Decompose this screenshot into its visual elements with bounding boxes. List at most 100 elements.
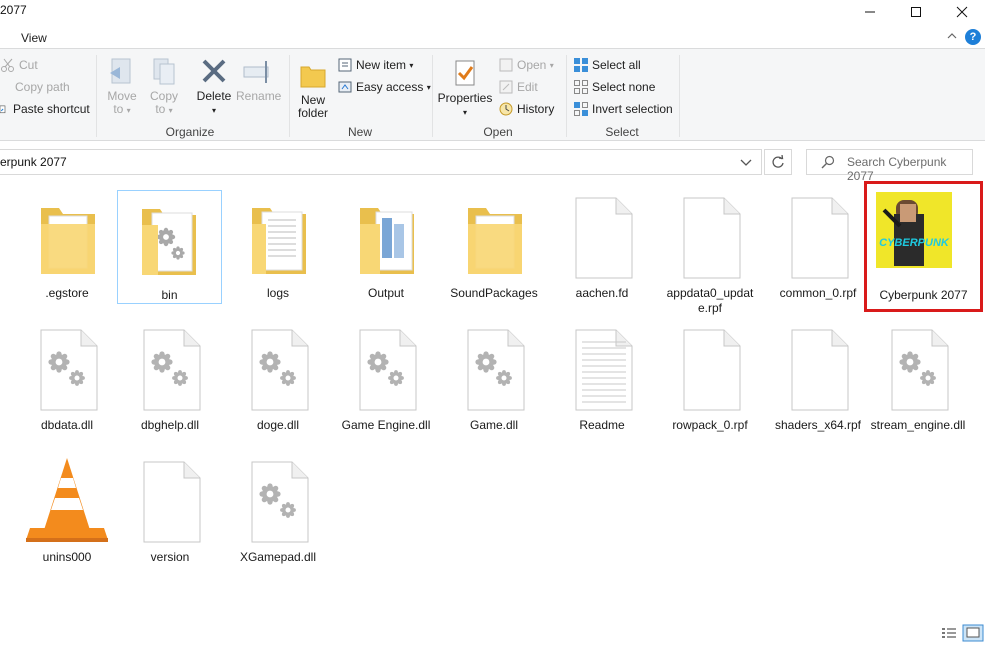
file-item[interactable]: Game Engine.dll bbox=[334, 320, 438, 446]
file-name: Cyberpunk 2077 bbox=[879, 288, 968, 302]
file-name: common_0.rpf bbox=[779, 286, 857, 300]
paste-shortcut-icon bbox=[0, 105, 6, 114]
file-item[interactable]: shaders_x64.rpf bbox=[766, 320, 870, 446]
large-icons-view-icon[interactable] bbox=[962, 624, 984, 642]
dll-file-icon bbox=[35, 326, 101, 414]
copy-to-button[interactable]: Copy to ▾ bbox=[145, 55, 183, 117]
search-icon bbox=[821, 155, 835, 169]
edit-button[interactable]: Edit bbox=[498, 77, 538, 97]
easy-access-icon bbox=[338, 81, 352, 93]
select-group-label: Select bbox=[605, 125, 639, 139]
rename-button[interactable]: Rename bbox=[236, 55, 281, 103]
vlc-cone-icon bbox=[26, 458, 108, 546]
ribbon: Cut Copy path Paste shortcut Move to ▾ C… bbox=[0, 48, 985, 141]
new-item-icon bbox=[338, 58, 352, 72]
select-all-icon bbox=[574, 58, 588, 72]
file-icon bbox=[138, 458, 204, 546]
file-icon bbox=[786, 194, 852, 282]
group-separator bbox=[96, 55, 97, 137]
folder-icon bbox=[462, 194, 528, 282]
details-view-icon[interactable] bbox=[942, 628, 956, 638]
organize-group-label: Organize bbox=[165, 125, 215, 139]
new-item-button[interactable]: New item ▾ bbox=[337, 55, 413, 75]
file-item[interactable]: Game.dll bbox=[442, 320, 546, 446]
file-item[interactable]: SoundPackages bbox=[442, 188, 546, 314]
file-item[interactable]: version bbox=[118, 452, 222, 578]
file-item[interactable]: CYBERPUNK Cyberpunk 2077 bbox=[864, 181, 983, 312]
file-item[interactable]: Output bbox=[334, 188, 438, 314]
easy-access-button[interactable]: Easy access ▾ bbox=[337, 77, 431, 97]
view-switcher bbox=[940, 624, 984, 647]
file-name: Output bbox=[367, 286, 405, 300]
file-item[interactable]: dbghelp.dll bbox=[118, 320, 222, 446]
open-button[interactable]: Open ▾ bbox=[498, 55, 554, 75]
chevron-down-icon[interactable] bbox=[740, 158, 752, 168]
refresh-button[interactable] bbox=[764, 149, 792, 175]
folder-icon bbox=[246, 194, 312, 282]
select-all-button[interactable]: Select all bbox=[573, 55, 641, 75]
address-row: erpunk 2077 Search Cyberpunk 2077 bbox=[0, 146, 985, 183]
file-icon bbox=[570, 194, 636, 282]
folder-icon bbox=[136, 195, 202, 283]
cut-button[interactable]: Cut bbox=[0, 55, 38, 75]
tab-view[interactable]: View bbox=[21, 31, 47, 45]
folder-icon bbox=[354, 194, 420, 282]
delete-icon bbox=[202, 59, 226, 83]
file-item[interactable]: bin bbox=[117, 190, 222, 304]
move-to-button[interactable]: Move to ▾ bbox=[103, 55, 141, 117]
minimize-button[interactable] bbox=[847, 0, 893, 24]
file-name: dbghelp.dll bbox=[140, 418, 200, 432]
search-input[interactable]: Search Cyberpunk 2077 bbox=[806, 149, 973, 183]
invert-selection-icon bbox=[574, 102, 588, 116]
properties-button[interactable]: Properties ▾ bbox=[437, 57, 493, 119]
file-item[interactable]: logs bbox=[226, 188, 330, 314]
file-item[interactable]: doge.dll bbox=[226, 320, 330, 446]
file-item[interactable]: appdata0_update.rpf bbox=[658, 188, 762, 315]
close-button[interactable] bbox=[939, 0, 985, 24]
scissors-icon bbox=[1, 58, 14, 72]
help-icon[interactable]: ? bbox=[965, 29, 981, 45]
file-name: logs bbox=[266, 286, 289, 300]
file-item[interactable]: rowpack_0.rpf bbox=[658, 320, 762, 446]
file-item[interactable]: unins000 bbox=[15, 452, 119, 578]
file-name: version bbox=[150, 550, 190, 564]
maximize-icon bbox=[911, 7, 921, 17]
file-item[interactable]: common_0.rpf bbox=[766, 188, 870, 314]
file-name: SoundPackages bbox=[450, 286, 538, 300]
cyberpunk-app-icon: CYBERPUNK bbox=[876, 192, 952, 280]
dll-file-icon bbox=[886, 326, 952, 414]
minimize-icon bbox=[865, 11, 875, 13]
dll-file-icon bbox=[246, 458, 312, 546]
file-name: rowpack_0.rpf bbox=[672, 418, 748, 432]
address-bar[interactable]: erpunk 2077 bbox=[0, 149, 762, 175]
collapse-ribbon-icon[interactable] bbox=[946, 30, 958, 42]
file-item[interactable]: stream_engine.dll bbox=[866, 320, 970, 446]
maximize-button[interactable] bbox=[893, 0, 939, 24]
copy-path-button[interactable]: Copy path bbox=[0, 77, 70, 97]
file-item[interactable]: aachen.fd bbox=[550, 188, 654, 314]
paste-shortcut-button[interactable]: Paste shortcut bbox=[0, 99, 90, 119]
dll-file-icon bbox=[246, 326, 312, 414]
new-folder-button[interactable]: New folder bbox=[294, 59, 332, 120]
file-item[interactable]: dbdata.dll bbox=[15, 320, 119, 446]
file-name: stream_engine.dll bbox=[870, 418, 966, 432]
group-separator bbox=[289, 55, 290, 137]
invert-selection-button[interactable]: Invert selection bbox=[573, 99, 673, 119]
address-path: erpunk 2077 bbox=[0, 155, 67, 169]
open-group-label: Open bbox=[483, 125, 513, 139]
file-item[interactable]: .egstore bbox=[15, 188, 119, 314]
delete-button[interactable]: Delete ▾ bbox=[194, 55, 234, 117]
title-bar: 2077 bbox=[0, 0, 985, 24]
select-none-button[interactable]: Select none bbox=[573, 77, 655, 97]
history-button[interactable]: History bbox=[498, 99, 554, 119]
file-item[interactable]: XGamepad.dll bbox=[226, 452, 330, 578]
refresh-icon bbox=[772, 155, 784, 168]
rename-icon bbox=[243, 61, 269, 83]
move-to-icon bbox=[110, 58, 131, 84]
file-name: dbdata.dll bbox=[40, 418, 94, 432]
file-name: Readme bbox=[579, 418, 625, 432]
properties-icon bbox=[455, 60, 475, 86]
dll-file-icon bbox=[354, 326, 420, 414]
edit-icon bbox=[499, 80, 513, 94]
file-item[interactable]: Readme bbox=[550, 320, 654, 446]
